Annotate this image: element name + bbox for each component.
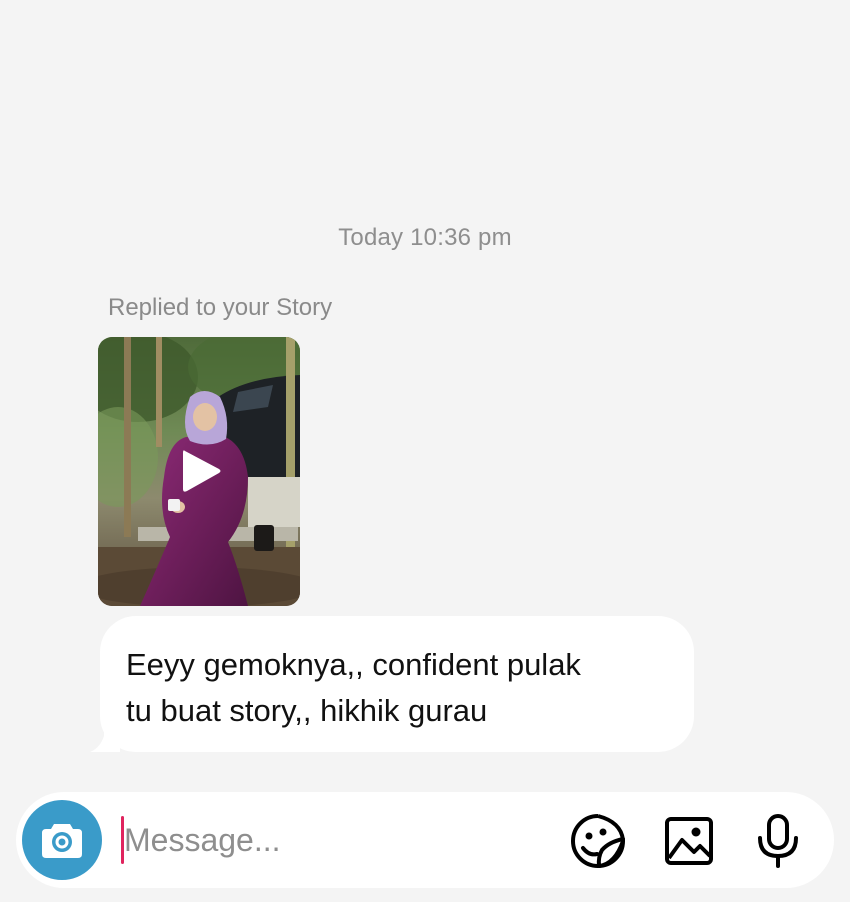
story-reply-thumbnail[interactable] xyxy=(98,337,300,606)
message-input[interactable] xyxy=(124,812,544,868)
sticker-icon[interactable] xyxy=(569,812,627,870)
camera-icon xyxy=(42,824,82,858)
gallery-icon[interactable] xyxy=(660,812,718,870)
play-icon xyxy=(183,450,221,492)
message-text: Eeyy gemoknya,, confident pulak tu buat … xyxy=(126,647,581,728)
message-bubble[interactable]: Eeyy gemoknya,, confident pulak tu buat … xyxy=(100,616,694,752)
replied-to-story-label: Replied to your Story xyxy=(108,294,333,321)
microphone-icon[interactable] xyxy=(749,812,807,870)
camera-button[interactable] xyxy=(22,800,102,880)
message-composer xyxy=(16,792,834,888)
message-timestamp: Today 10:36 pm xyxy=(338,224,512,251)
